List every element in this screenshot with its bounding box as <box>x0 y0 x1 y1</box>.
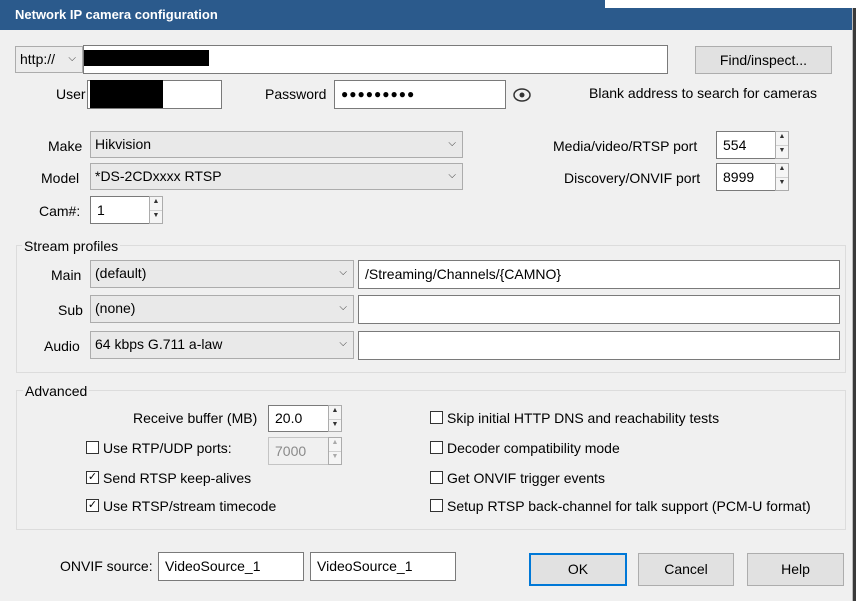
cam-number-spinner[interactable]: ▲ ▼ <box>149 196 163 224</box>
main-profile-select[interactable]: (default) ⌵ <box>90 260 354 288</box>
sub-profile-value: (none) <box>95 300 136 316</box>
rtp-udp-port-input[interactable]: 7000 <box>268 437 329 465</box>
up-arrow-icon[interactable]: ▲ <box>329 406 341 420</box>
model-value: *DS-2CDxxxx RTSP <box>95 168 222 184</box>
help-button[interactable]: Help <box>747 553 844 586</box>
eye-icon[interactable] <box>513 86 531 104</box>
chevron-down-icon: ⌵ <box>339 302 347 313</box>
onvif-port-spinner[interactable]: ▲ ▼ <box>775 163 789 191</box>
main-profile-value: (default) <box>95 265 147 281</box>
advanced-title: Advanced <box>23 382 90 400</box>
onvif-source-input-2[interactable]: VideoSource_1 <box>310 552 456 581</box>
down-arrow-icon[interactable]: ▼ <box>150 211 162 224</box>
chevron-down-icon: ⌵ <box>339 267 347 278</box>
chevron-down-icon: ⌵ <box>339 338 347 349</box>
media-port-input[interactable]: 554 <box>716 131 776 159</box>
decoder-compat-label: Decoder compatibility mode <box>447 440 620 456</box>
stream-profiles-title: Stream profiles <box>22 237 121 255</box>
media-port-label: Media/video/RTSP port <box>553 138 698 154</box>
protocol-select[interactable]: http:// ⌵ <box>15 46 83 73</box>
protocol-value: http:// <box>20 51 56 67</box>
main-path-input[interactable]: /Streaming/Channels/{CAMNO} <box>358 260 840 289</box>
onvif-source-label: ONVIF source: <box>60 558 153 574</box>
make-value: Hikvision <box>95 136 152 152</box>
chevron-down-icon: ⌵ <box>448 170 456 181</box>
up-arrow-icon[interactable]: ▲ <box>150 197 162 211</box>
onvif-trigger-checkbox[interactable] <box>430 471 443 484</box>
cam-number-label: Cam#: <box>39 203 81 219</box>
skip-dns-checkbox[interactable] <box>430 411 443 424</box>
keepalive-label: Send RTSP keep-alives <box>103 470 252 486</box>
onvif-port-label: Discovery/ONVIF port <box>564 170 701 186</box>
timecode-checkbox[interactable]: ✓ <box>86 499 99 512</box>
receive-buffer-spinner[interactable]: ▲ ▼ <box>328 405 342 432</box>
cancel-button[interactable]: Cancel <box>638 553 734 586</box>
sub-stream-label: Sub <box>58 302 83 318</box>
audio-stream-label: Audio <box>44 338 80 354</box>
user-label: User <box>56 86 86 102</box>
down-arrow-icon[interactable]: ▼ <box>776 178 788 191</box>
cam-number-input[interactable]: 1 <box>90 196 151 224</box>
skip-dns-label: Skip initial HTTP DNS and reachability t… <box>447 410 720 426</box>
chevron-down-icon: ⌵ <box>68 53 76 64</box>
redaction-block <box>84 50 209 66</box>
decoder-compat-checkbox[interactable] <box>430 441 443 454</box>
rtp-udp-port-spinner[interactable]: ▲ ▼ <box>328 437 342 465</box>
rtp-udp-label: Use RTP/UDP ports: <box>103 440 232 456</box>
chevron-down-icon: ⌵ <box>448 138 456 149</box>
audio-path-input[interactable] <box>358 331 840 360</box>
keepalive-checkbox[interactable]: ✓ <box>86 471 99 484</box>
timecode-label: Use RTSP/stream timecode <box>103 498 277 514</box>
down-arrow-icon[interactable]: ▼ <box>776 146 788 159</box>
sub-path-input[interactable] <box>358 295 840 324</box>
receive-buffer-input[interactable]: 20.0 <box>268 405 329 432</box>
ok-button[interactable]: OK <box>529 553 627 586</box>
password-label: Password <box>265 86 327 102</box>
model-select[interactable]: *DS-2CDxxxx RTSP ⌵ <box>90 163 463 190</box>
main-stream-label: Main <box>51 267 82 283</box>
rtp-udp-checkbox[interactable] <box>86 441 99 454</box>
up-arrow-icon[interactable]: ▲ <box>776 132 788 146</box>
sub-profile-select[interactable]: (none) ⌵ <box>90 295 354 323</box>
model-label: Model <box>41 170 80 186</box>
audio-profile-select[interactable]: 64 kbps G.711 a-law ⌵ <box>90 331 354 359</box>
backchannel-label: Setup RTSP back-channel for talk support… <box>447 498 811 514</box>
make-select[interactable]: Hikvision ⌵ <box>90 131 463 158</box>
config-dialog: Network IP camera configuration http:// … <box>0 0 856 601</box>
up-arrow-icon[interactable]: ▲ <box>329 438 341 452</box>
audio-profile-value: 64 kbps G.711 a-law <box>95 336 223 352</box>
redaction-block <box>90 80 163 108</box>
backchannel-checkbox[interactable] <box>430 499 443 512</box>
onvif-port-input[interactable]: 8999 <box>716 163 776 191</box>
onvif-trigger-label: Get ONVIF trigger events <box>447 470 605 486</box>
down-arrow-icon[interactable]: ▼ <box>329 420 341 433</box>
up-arrow-icon[interactable]: ▲ <box>776 164 788 178</box>
receive-buffer-label: Receive buffer (MB) <box>133 410 258 426</box>
password-input[interactable]: ●●●●●●●●● <box>334 80 506 109</box>
title-bar-edge <box>605 0 856 8</box>
blank-address-hint: Blank address to search for cameras <box>589 85 817 101</box>
make-label: Make <box>48 138 83 154</box>
down-arrow-icon[interactable]: ▼ <box>329 452 341 465</box>
onvif-source-input-1[interactable]: VideoSource_1 <box>158 552 304 581</box>
find-inspect-button[interactable]: Find/inspect... <box>695 46 832 74</box>
window-title: Network IP camera configuration <box>15 7 218 22</box>
media-port-spinner[interactable]: ▲ ▼ <box>775 131 789 159</box>
